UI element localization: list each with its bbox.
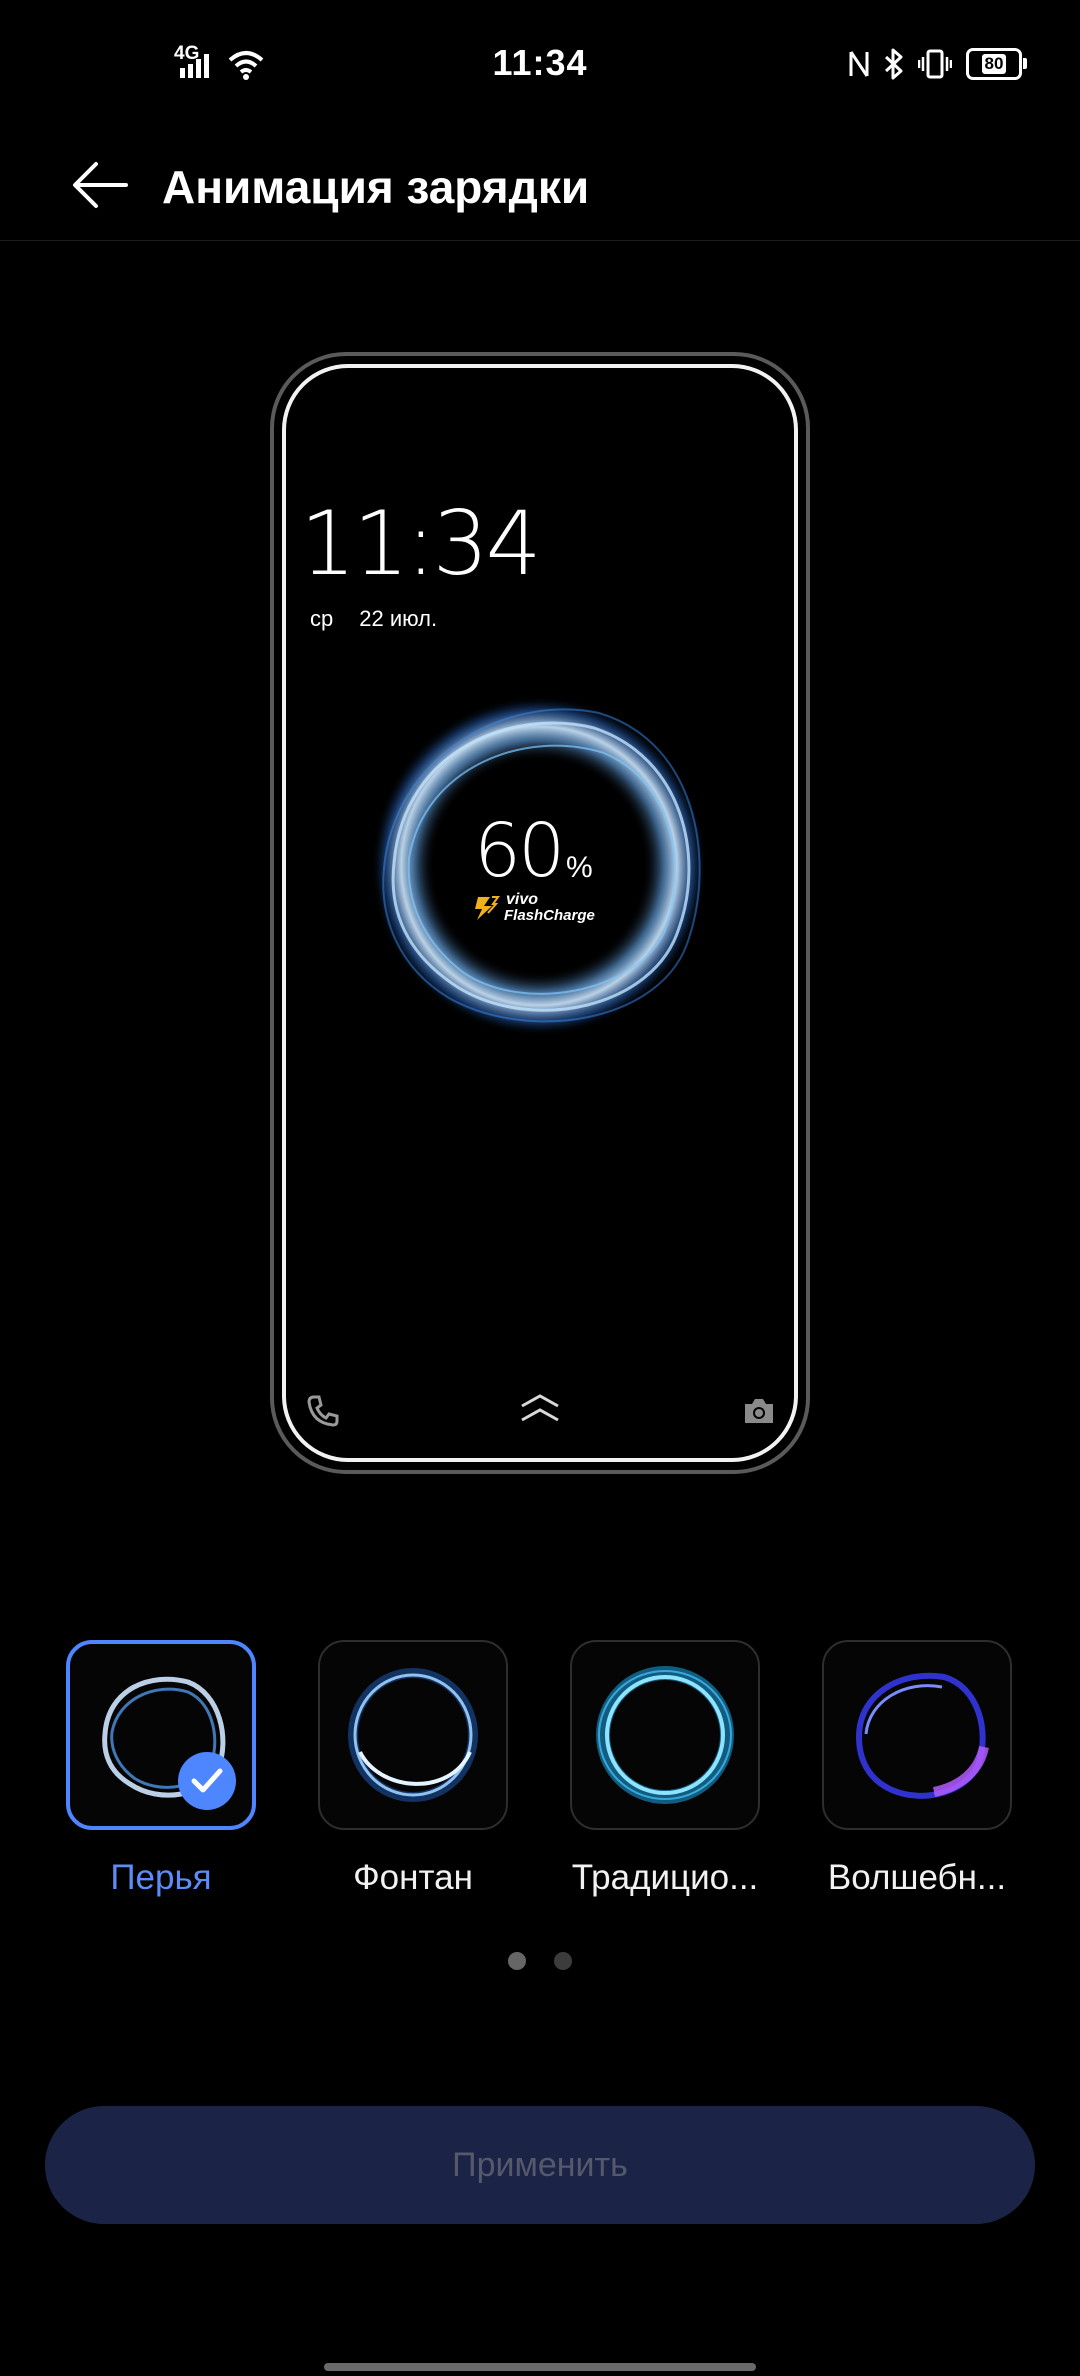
brand-name: vivo [506,891,539,908]
charging-ring: 60 % vivo FlashCharge [364,688,714,1038]
option-label: Фонтан [353,1858,473,1897]
charge-percent-sign: % [566,851,593,884]
option-fountain[interactable]: Фонтан [318,1640,508,1897]
chevron-up-icon [521,1394,559,1422]
bluetooth-icon [884,48,903,80]
battery-level: 80 [981,54,1007,74]
home-indicator[interactable] [324,2363,756,2371]
back-button[interactable] [60,145,140,225]
charge-percent: 60 % vivo FlashCharge [364,688,714,1038]
preview-time: 11:34 [300,492,542,595]
option-thumb[interactable] [570,1640,760,1830]
option-thumb[interactable] [822,1640,1012,1830]
option-label: Перья [110,1858,212,1897]
header: Анимация зарядки [0,130,1080,241]
option-feathers[interactable]: Перья [66,1640,256,1897]
pagination-dots [0,1952,1080,1970]
option-thumb[interactable] [318,1640,508,1830]
preview-bottom-bar [286,1388,794,1438]
magic-ring-thumb [855,1672,989,1799]
preview-date-value: 22 июл. [359,606,438,631]
page-dot-1[interactable] [508,1952,526,1970]
preview-screen: 11:34 ср 22 июл. 60 % vivo FlashCharge [282,364,798,1462]
phone-icon [307,1395,339,1427]
camera-icon [745,1399,773,1423]
flashcharge-logo: vivo FlashCharge [474,892,595,923]
brand-subtitle: FlashCharge [504,907,595,924]
page-dot-2[interactable] [554,1952,572,1970]
page-title: Анимация зарядки [162,161,590,213]
status-bar: 4G 11:34 80 [0,0,1080,130]
option-traditional[interactable]: Традицио... [570,1640,760,1897]
preview-date: ср 22 июл. [310,606,437,632]
traditional-ring-thumb [596,1666,734,1804]
arrow-left-icon [73,162,128,208]
preview-day: ср [310,606,334,631]
apply-button-label: Применить [452,2145,628,2184]
nfc-icon [849,51,869,77]
charge-percent-value: 60 [474,808,565,894]
animation-preview: 11:34 ср 22 июл. 60 % vivo FlashCharge [270,352,810,1474]
option-magic[interactable]: Волшебн... [822,1640,1012,1897]
option-thumb[interactable] [66,1640,256,1830]
selected-check-icon [178,1752,236,1810]
fountain-ring-thumb [348,1668,478,1802]
lightning-icon [475,895,500,920]
option-label: Традицио... [571,1858,759,1897]
apply-button[interactable]: Применить [45,2106,1035,2224]
option-label: Волшебн... [827,1858,1007,1897]
status-right-icons: 80 [848,48,1027,80]
vibrate-icon [918,49,952,79]
battery-icon: 80 [966,48,1027,80]
